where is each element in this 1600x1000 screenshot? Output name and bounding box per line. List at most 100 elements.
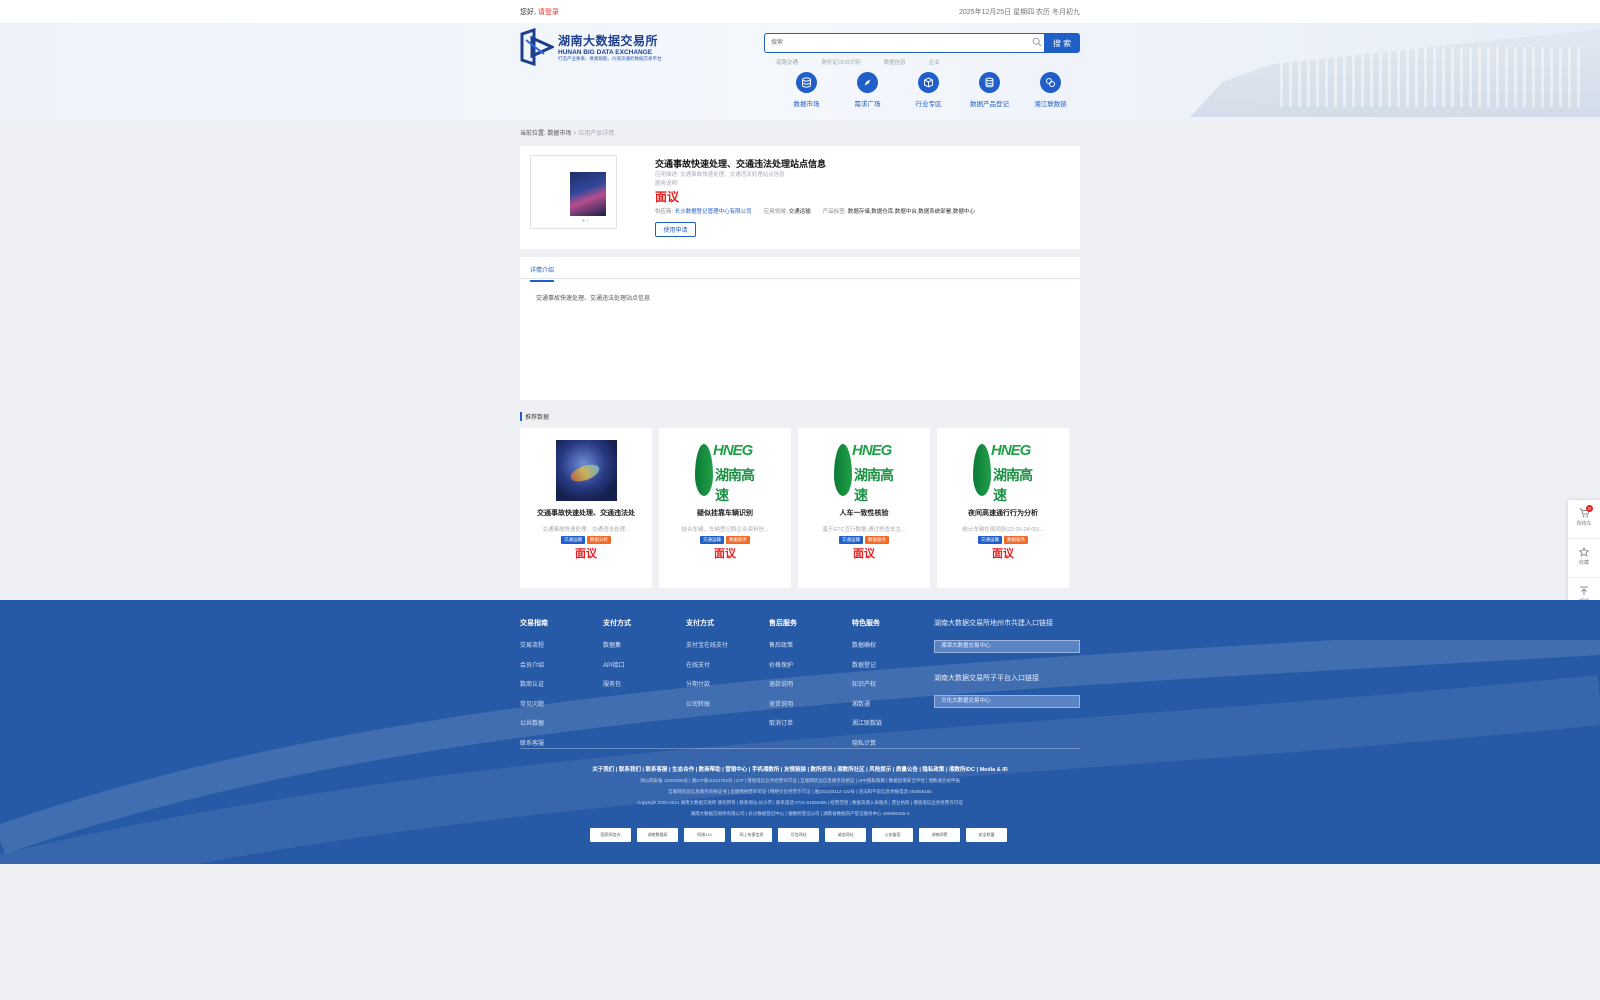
nav-demand-square[interactable]: 需求广场 xyxy=(837,72,898,108)
footer-link[interactable]: 售后政策 xyxy=(769,640,852,649)
subplatform-entry-select[interactable]: 文化大数据交易中心 xyxy=(934,695,1080,708)
footer-link[interactable]: 湘江联数链 xyxy=(852,718,935,727)
hot-words: 道路交通 身份证OCR识别 数据信息 企业 xyxy=(776,58,940,66)
nav-data-market[interactable]: 数据市场 xyxy=(776,72,837,108)
hotword-link[interactable]: 企业 xyxy=(929,58,940,66)
footer-link[interactable]: 退款说明 xyxy=(769,679,852,688)
side-label: 收藏 xyxy=(1578,560,1589,566)
tab-detail[interactable]: 详情介绍 xyxy=(530,265,555,282)
footer-link[interactable]: 数据登记 xyxy=(852,660,935,669)
product-image[interactable] xyxy=(570,172,606,216)
product-gallery: ● ○ xyxy=(530,155,617,229)
footer-link[interactable]: 数商认证 xyxy=(520,679,603,688)
lunar-text: 农历 冬月初九 xyxy=(1036,9,1080,16)
apply-button[interactable]: 使用申请 xyxy=(655,222,696,237)
footer-link[interactable]: 常见问题 xyxy=(520,699,603,708)
search-icon[interactable] xyxy=(1032,37,1042,47)
footer-badge[interactable]: 国家网信办 xyxy=(590,828,631,842)
date-text: 2025年12月25日 星期四 xyxy=(959,9,1035,16)
recommend-card[interactable]: HNEG 湖南高速 夜间高速通行行为分析 统计车辆在夜间段(22:00-24:00… xyxy=(937,428,1069,588)
hotword-link[interactable]: 数据信息 xyxy=(884,58,906,66)
register-icon xyxy=(985,77,994,88)
product-thumbnail xyxy=(556,440,617,501)
footer-link[interactable]: 公共数据 xyxy=(520,718,603,727)
side-cart-button[interactable]: 0 购物车 xyxy=(1568,500,1600,539)
nav-industry-zone[interactable]: 行业专区 xyxy=(898,72,959,108)
breadcrumb: 当前位置: 数据市场 > 应用产品详情 xyxy=(520,128,1080,137)
gallery-dots[interactable]: ● ○ xyxy=(582,218,589,224)
card-desc: 结合车辆、车辆登记和企业资料信... xyxy=(681,527,769,533)
hneg-logo-cn: 湖南高速 xyxy=(854,467,894,503)
hotword-link[interactable]: 道路交通 xyxy=(776,58,798,66)
search-button[interactable]: 搜 索 xyxy=(1044,33,1080,53)
card-title: 交通事故快速处理、交通违法处 xyxy=(537,510,635,517)
footer-col-title: 售后服务 xyxy=(769,620,797,627)
footer-col-title: 支付方式 xyxy=(603,620,631,627)
footer-badge[interactable]: 诚信网站 xyxy=(825,828,866,842)
recommend-card[interactable]: HNEG 湖南高速 人车一致性核验 基于ETC互行数据,通过核查车主... 交通运… xyxy=(798,428,930,588)
footer-badge[interactable]: 公安备案 xyxy=(872,828,913,842)
footer-link[interactable]: API接口 xyxy=(603,660,686,669)
nav-label: 需求广场 xyxy=(854,101,881,108)
detail-tabbar xyxy=(520,257,1080,279)
footer-col: 交易指南 交易流程 会员介绍 数商认证 常见问题 公共数据 联系客服 xyxy=(520,618,603,757)
nav-label: 行业专区 xyxy=(915,101,942,108)
footer-badges: 国家网信办 湖南数据局 网络110 网上有害信息 可信网站 诚信网站 公安备案 … xyxy=(590,828,1007,842)
city-entry-select[interactable]: 湘潭大数据交易中心 xyxy=(934,640,1080,653)
footer-link[interactable]: 分期付款 xyxy=(686,679,769,688)
card-tag: 交通运输 xyxy=(700,536,724,544)
nav-label: 湘江联数链 xyxy=(1034,101,1067,108)
desc-label: 应用描述: xyxy=(655,172,679,178)
footer-link[interactable]: 退货说明 xyxy=(769,699,852,708)
footer-badge[interactable]: 网上有害信息 xyxy=(731,828,772,842)
footer-link[interactable]: 隐私计算 xyxy=(852,738,935,747)
footer-link[interactable]: 价格保护 xyxy=(769,660,852,669)
footer-badge[interactable]: 湖南数据局 xyxy=(637,828,678,842)
footer-link[interactable]: 会员介绍 xyxy=(520,660,603,669)
footer-link[interactable]: 湘数通 xyxy=(852,699,935,708)
footer-link[interactable]: 支付宝在线支付 xyxy=(686,640,769,649)
entry-title: 湖南大数据交易所地州市共建入口链接 xyxy=(934,620,1053,627)
card-tag: 交通运输 xyxy=(978,536,1002,544)
footer-link[interactable]: 交易流程 xyxy=(520,640,603,649)
hotword-link[interactable]: 身份证OCR识别 xyxy=(821,58,861,66)
footer-link[interactable]: 知识产权 xyxy=(852,679,935,688)
card-tag: 交通运输 xyxy=(839,536,863,544)
footer-badge[interactable]: 可信网站 xyxy=(778,828,819,842)
product-desc-row: 应用描述: 交通事故快速处理、交通违法处理站点信息 xyxy=(655,170,785,178)
footer-link[interactable]: 在线支付 xyxy=(686,660,769,669)
hneg-logo-en: HNEG xyxy=(713,442,753,459)
recommend-title: 推荐数据 xyxy=(520,412,1080,421)
card-price: 面议 xyxy=(714,548,736,560)
search-input[interactable] xyxy=(764,33,1044,53)
footer-link[interactable]: 取消订单 xyxy=(769,718,852,727)
card-price: 面议 xyxy=(575,548,597,560)
detail-body: 交通事故快速处理、交通违法处理站点信息 xyxy=(536,296,651,302)
breadcrumb-current: 应用产品详情 xyxy=(578,131,615,137)
breadcrumb-link[interactable]: 数据市场 xyxy=(547,131,571,137)
login-link[interactable]: 请登录 xyxy=(538,9,559,16)
footer-nav-links[interactable]: 关于我们 | 联系我们 | 联系客服 | 生态合作 | 数商帮助 | 营销中心 … xyxy=(520,765,1080,773)
footer-entry-links: 湖南大数据交易所地州市共建入口链接 湘潭大数据交易中心 湖南大数据交易所子平台入… xyxy=(934,618,1080,728)
footer-link[interactable]: 公司转账 xyxy=(686,699,769,708)
nav-product-register[interactable]: 数据产品登记 xyxy=(959,72,1020,108)
nav-label: 数据产品登记 xyxy=(970,101,1009,108)
recommend-card[interactable]: 交通事故快速处理、交通违法处 交通事故快速处理、交通违法处理... 交通运输 数据… xyxy=(520,428,652,588)
footer-col: 支付方式 支付宝在线支付 在线支付 分期付款 公司转账 xyxy=(686,618,769,757)
tags-label: 产品标签: xyxy=(822,209,847,215)
supplier-link[interactable]: 长沙数据登记管理中心有限公司 xyxy=(675,209,752,215)
hneg-logo: HNEG 湖南高速 xyxy=(973,440,1034,503)
recommend-card[interactable]: HNEG 湖南高速 疑似挂靠车辆识别 结合车辆、车辆登记和企业资料信... 交通运… xyxy=(659,428,791,588)
hneg-logo-en: HNEG xyxy=(852,442,892,459)
service-label: 服务说明: xyxy=(655,181,679,187)
footer-link[interactable]: 服务包 xyxy=(603,679,686,688)
footer-badge[interactable]: 网络110 xyxy=(684,828,725,842)
nav-xiangjiang-chain[interactable]: 湘江联数链 xyxy=(1020,72,1081,108)
footer-link[interactable]: 联系客服 xyxy=(520,738,603,747)
footer-link[interactable]: 数据集 xyxy=(603,640,686,649)
footer-link[interactable]: 数据确权 xyxy=(852,640,935,649)
footer-badge[interactable]: 湖南网警 xyxy=(919,828,960,842)
side-fav-button[interactable]: 收藏 xyxy=(1568,539,1600,578)
field-label: 应用领域: xyxy=(763,209,788,215)
footer-badge[interactable]: 安全联盟 xyxy=(966,828,1007,842)
